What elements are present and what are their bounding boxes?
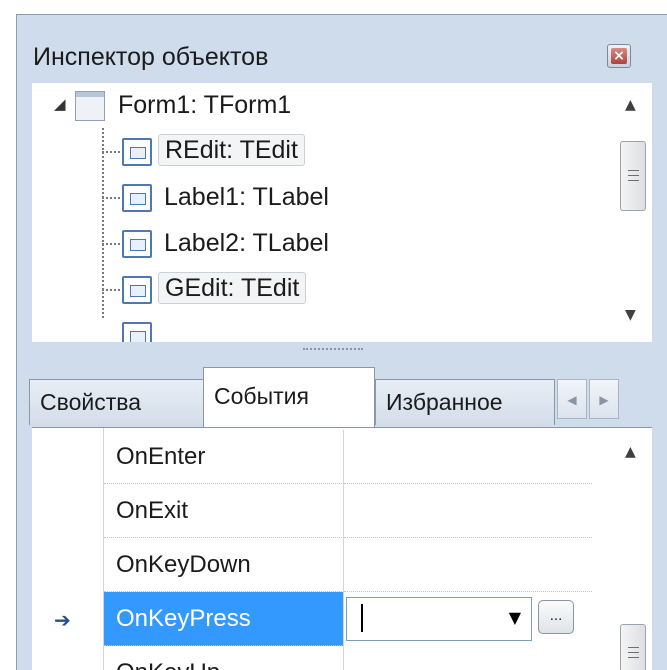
window-title: Инспектор объектов xyxy=(33,43,269,71)
component-tree[interactable]: ◢ Form1: TForm1 REdit: TEdit Label1: TLa… xyxy=(32,83,652,342)
current-row-arrow-icon: ➔ xyxy=(54,608,71,632)
tree-connector xyxy=(102,151,120,153)
grip-line xyxy=(628,652,639,653)
scroll-up-arrow-icon[interactable]: ▲ xyxy=(625,444,636,460)
component-icon xyxy=(122,322,152,342)
scroll-up-arrow-icon[interactable]: ▲ xyxy=(625,97,636,113)
scrollbar-thumb[interactable] xyxy=(620,624,646,670)
label-component-icon xyxy=(122,230,152,258)
grip-line xyxy=(628,647,639,648)
event-name[interactable]: OnKeyUp xyxy=(104,646,344,670)
event-value[interactable] xyxy=(344,646,592,670)
edit-component-icon xyxy=(122,138,152,166)
form-icon xyxy=(75,91,105,121)
event-row-onkeydown[interactable]: OnKeyDown xyxy=(32,538,592,592)
tree-item-label: REdit: TEdit xyxy=(158,134,305,166)
tree-connector xyxy=(102,289,120,291)
dropdown-arrow-icon[interactable]: ▼ xyxy=(509,608,521,627)
tree-item-partial[interactable] xyxy=(32,313,592,342)
event-value[interactable] xyxy=(344,538,592,592)
tree-item-redit[interactable]: REdit: TEdit xyxy=(32,129,592,173)
event-row-onkeyup[interactable]: OnKeyUp xyxy=(32,646,592,670)
object-inspector-window: Инспектор объектов × ◢ Form1: TForm1 REd… xyxy=(16,14,667,670)
scroll-down-arrow-icon[interactable]: ▼ xyxy=(625,307,636,323)
close-icon: × xyxy=(611,48,627,64)
grip-line xyxy=(628,180,639,181)
tree-item-label: Form1: TForm1 xyxy=(118,91,292,119)
event-handler-combobox[interactable]: ▼ xyxy=(346,597,532,641)
tree-connector xyxy=(102,243,120,245)
tree-item-label: Label2: TLabel xyxy=(164,229,329,257)
title-bar: Инспектор объектов × xyxy=(17,15,667,81)
event-row-onexit[interactable]: OnExit xyxy=(32,484,592,538)
grip-line xyxy=(628,657,639,658)
event-row-onkeypress[interactable]: ➔ OnKeyPress ▼ ... xyxy=(32,592,592,646)
tree-item-label1[interactable]: Label1: TLabel xyxy=(32,175,592,219)
ellipsis-button[interactable]: ... xyxy=(538,600,574,634)
tree-connector xyxy=(102,197,120,199)
tab-scroll-right-icon[interactable]: ▶ xyxy=(589,379,619,419)
event-name[interactable]: OnExit xyxy=(104,484,344,538)
collapse-triangle-icon[interactable]: ◢ xyxy=(54,95,66,113)
event-value[interactable] xyxy=(344,484,592,538)
events-scrollbar[interactable]: ▲ xyxy=(617,428,652,670)
tab-properties[interactable]: Свойства xyxy=(29,379,205,425)
event-name[interactable]: OnKeyPress xyxy=(104,592,344,646)
event-name[interactable]: OnEnter xyxy=(104,430,344,484)
tree-item-form1[interactable]: ◢ Form1: TForm1 xyxy=(32,83,592,127)
events-grid: OnEnter OnExit OnKeyDown ➔ OnKeyPress ▼ … xyxy=(32,427,652,670)
scrollbar-thumb[interactable] xyxy=(620,141,646,211)
tree-item-label: GEdit: TEdit xyxy=(158,272,307,304)
tab-strip: Свойства События Избранное ◀ ▶ xyxy=(17,357,667,429)
event-row-onenter[interactable]: OnEnter xyxy=(32,430,592,484)
grip-line xyxy=(628,170,639,171)
tree-item-gedit[interactable]: GEdit: TEdit xyxy=(32,267,592,311)
edit-component-icon xyxy=(122,276,152,304)
event-name[interactable]: OnKeyDown xyxy=(104,538,344,592)
label-component-icon xyxy=(122,184,152,212)
grip-line xyxy=(628,175,639,176)
tab-events[interactable]: События xyxy=(203,367,375,427)
tab-scroll-left-icon[interactable]: ◀ xyxy=(557,379,587,419)
text-caret xyxy=(361,604,363,632)
event-value[interactable] xyxy=(344,430,592,484)
tree-scrollbar[interactable]: ▲ ▼ xyxy=(617,83,652,342)
tab-favorites[interactable]: Избранное xyxy=(375,379,555,425)
tree-item-label: Label1: TLabel xyxy=(164,183,329,211)
close-button[interactable]: × xyxy=(607,44,631,68)
splitter-handle[interactable] xyxy=(303,348,363,350)
tree-item-label2[interactable]: Label2: TLabel xyxy=(32,221,592,265)
